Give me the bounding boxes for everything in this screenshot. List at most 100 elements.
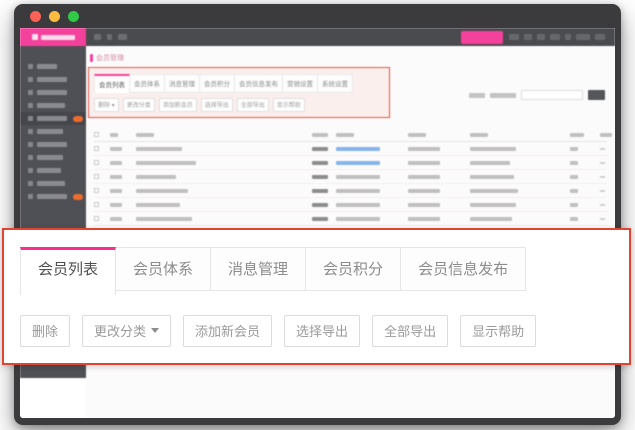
zoom-window-button[interactable] (68, 11, 79, 22)
sidebar-item-label (37, 77, 67, 82)
toolbar-button-3[interactable]: 添加新会员 (183, 315, 272, 347)
sidebar-item (20, 73, 86, 86)
cell-email (336, 189, 380, 193)
screenshot-tab-6: 营销设置 (283, 74, 318, 93)
cell-detail (470, 217, 512, 221)
screenshot-tab-3: 消息管理 (165, 74, 200, 93)
cell-date (408, 189, 440, 193)
topnav-menu-item (565, 34, 571, 40)
sidebar-item (20, 99, 86, 112)
close-window-button[interactable] (30, 11, 41, 22)
sidebar-item-label (37, 103, 65, 108)
tab-4[interactable]: 会员积分 (306, 247, 401, 291)
cell-detail (470, 203, 516, 207)
cell-id (110, 217, 122, 221)
sidebar-item-icon (28, 181, 33, 186)
sidebar-item-label (37, 129, 63, 134)
sidebar-item-label (37, 155, 63, 160)
row-checkbox (94, 188, 99, 193)
sidebar-item-label (37, 194, 67, 199)
cell-group (570, 161, 578, 165)
cell-points (312, 175, 328, 179)
sidebar-item-icon (28, 116, 33, 121)
tab-5[interactable]: 会员信息发布 (401, 247, 526, 291)
topnav-icon (107, 34, 112, 40)
sidebar-badge (73, 194, 83, 200)
topnav-menu-item (550, 34, 560, 40)
sidebar-item (20, 177, 86, 190)
cell-detail (470, 147, 516, 151)
topnav-menu-item (509, 34, 519, 40)
table-row (94, 212, 607, 226)
screenshot-toolbar-button-4: 选择导出 (201, 98, 233, 112)
sidebar-item-label (37, 142, 67, 147)
topnav-menu-item (576, 34, 590, 40)
tab-2[interactable]: 会员体系 (116, 247, 211, 291)
cell-group (570, 203, 578, 207)
search-button (588, 90, 605, 100)
highlight-region: 会员列表会员体系消息管理会员积分会员信息发布营销设置系统设置 删除 ▾更改分类添… (88, 67, 390, 118)
column-header-placeholder (600, 133, 612, 137)
brand-text-placeholder (41, 35, 75, 40)
cell-points (312, 161, 328, 165)
topnav-menu-items (509, 34, 605, 40)
table-row (94, 142, 607, 156)
filter-label-placeholder (469, 93, 485, 98)
column-header-placeholder (136, 133, 154, 137)
member-toolbar: 删除更改分类添加新会员选择导出全部导出 显示帮助 (20, 315, 613, 347)
title-accent-bar (90, 54, 93, 62)
cell-username (136, 175, 176, 179)
screenshot-toolbar-button-5: 全部导出 (237, 98, 269, 112)
window-titlebar (14, 4, 621, 28)
toolbar-button-6[interactable]: 显示帮助 (460, 315, 536, 347)
column-header-placeholder (570, 133, 584, 137)
screenshot-toolbar-button-1: 删除 ▾ (94, 98, 119, 112)
screenshot-tab-4: 会员积分 (200, 74, 235, 93)
sidebar-item-label (37, 181, 65, 186)
sidebar-item (20, 112, 86, 125)
minimize-window-button[interactable] (49, 11, 60, 22)
dropdown-caret-icon (151, 328, 159, 333)
select-all-checkbox (94, 132, 99, 137)
column-header-placeholder (336, 133, 354, 137)
cell-detail (470, 161, 510, 165)
cell-id (110, 147, 122, 151)
toolbar-button-5[interactable]: 全部导出 (372, 315, 448, 347)
cell-username (136, 147, 182, 151)
column-header-placeholder (110, 133, 118, 137)
topnav-icon (118, 34, 127, 40)
sidebar-item-icon (28, 77, 33, 82)
cell-points (312, 217, 328, 221)
cell-email (336, 175, 380, 179)
sidebar-item-icon (28, 142, 33, 147)
tab-3[interactable]: 消息管理 (211, 247, 306, 291)
tab-1[interactable]: 会员列表 (20, 247, 116, 295)
cell-username (136, 161, 196, 165)
sidebar-item-label (37, 90, 67, 95)
sidebar-item (20, 138, 86, 151)
row-checkbox (94, 216, 99, 221)
sidebar-item (20, 60, 86, 73)
cell-date (408, 147, 440, 151)
sidebar-item-icon (28, 194, 33, 199)
column-header-placeholder (408, 133, 426, 137)
brand-logo (20, 28, 86, 46)
toolbar-button-label: 显示帮助 (472, 321, 524, 340)
cell-points (312, 203, 328, 207)
screenshot-topnav (20, 28, 615, 46)
toolbar-button-2[interactable]: 更改分类 (82, 315, 171, 347)
cell-date (408, 217, 440, 221)
screenshot-page-title: 会员管理 (90, 53, 607, 63)
sidebar-item (20, 151, 86, 164)
screenshot-tab-strip: 会员列表会员体系消息管理会员积分会员信息发布营销设置系统设置 (94, 74, 384, 93)
toolbar-button-1[interactable]: 删除 (20, 315, 70, 347)
cell-status-dash (600, 162, 605, 164)
cell-status-dash (600, 190, 605, 192)
screenshot-toolbar-button-3: 添加新会员 (159, 98, 197, 112)
cell-id (110, 203, 122, 207)
screenshot-tab-7: 系统设置 (318, 74, 353, 93)
row-checkbox (94, 146, 99, 151)
screenshot-toolbar: 删除 ▾更改分类添加新会员选择导出全部导出显示帮助 (94, 98, 384, 112)
sidebar-item-label (37, 116, 67, 121)
toolbar-button-4[interactable]: 选择导出 (284, 315, 360, 347)
